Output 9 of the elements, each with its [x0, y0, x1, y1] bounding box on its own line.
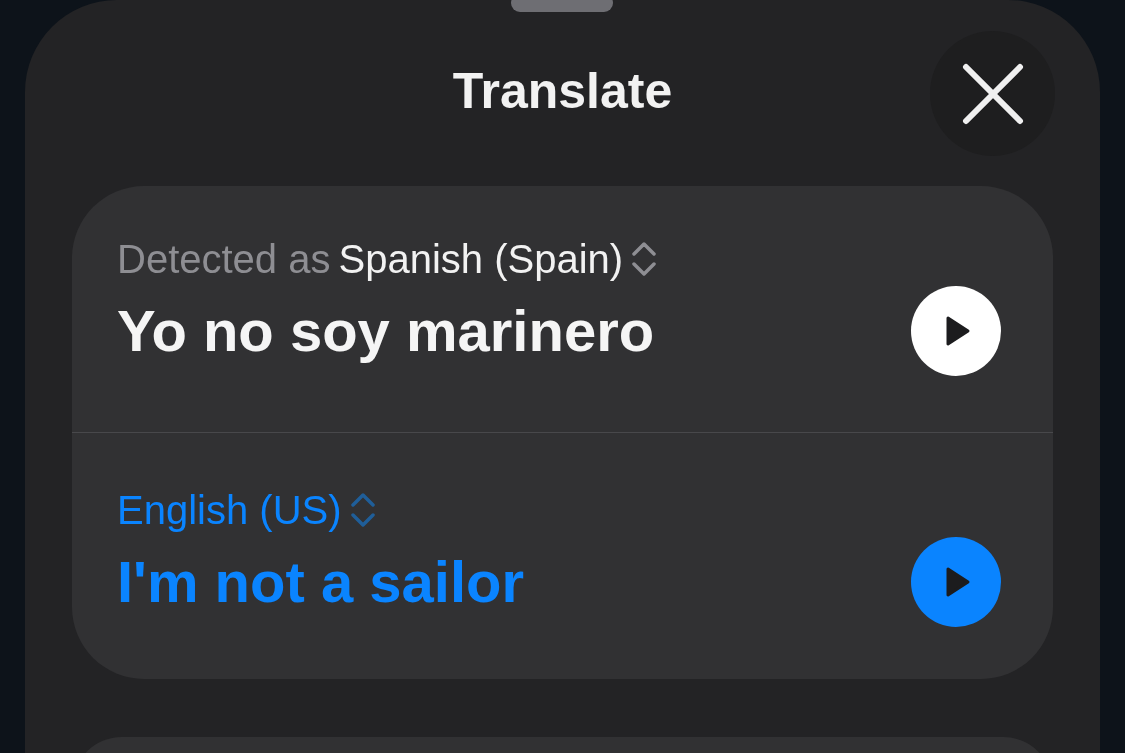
close-icon — [961, 62, 1024, 125]
language-picker[interactable]: Spanish (Spain) — [338, 234, 624, 284]
translated-text: I'm not a sailor — [117, 548, 524, 616]
language-picker[interactable]: English (US) — [117, 485, 342, 535]
detected-label: Detected as — [117, 236, 331, 283]
sheet-title: Translate — [452, 62, 673, 120]
source-text: Yo no soy marinero — [117, 297, 655, 365]
chevron-up-down-icon — [349, 491, 376, 529]
chevron-up-down-icon — [631, 240, 658, 278]
